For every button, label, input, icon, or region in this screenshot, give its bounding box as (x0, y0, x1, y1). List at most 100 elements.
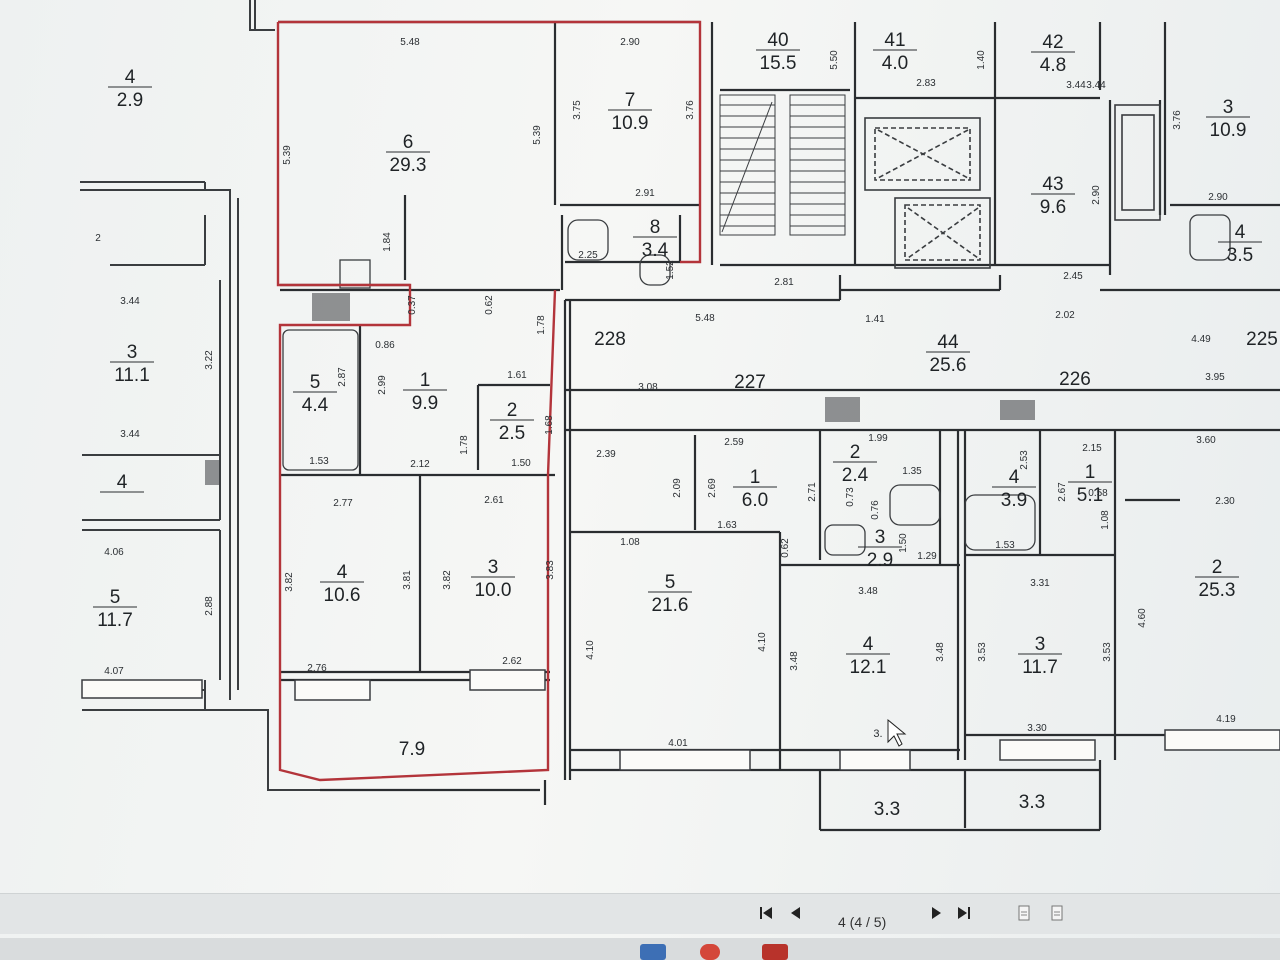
room-number: 40 (767, 30, 788, 51)
room-area: 4.8 (1040, 55, 1066, 76)
taskbar-app-icon[interactable] (640, 944, 666, 960)
room-label: 629.3 (386, 132, 430, 176)
dimension-label: 3.83 (545, 560, 556, 580)
room-label: 19.9 (403, 370, 447, 414)
room-area: 10.9 (1210, 120, 1247, 141)
dimension-label: 3.75 (572, 100, 583, 120)
dimension-label: 1.08 (1100, 510, 1111, 530)
room-number: 43 (1042, 174, 1063, 195)
dimension-label: 5.48 (695, 313, 715, 324)
dimension-label: 5.39 (282, 145, 293, 165)
room-area: 9.6 (1040, 197, 1066, 218)
dimension-label: 1.41 (865, 314, 885, 325)
dimension-label: 0.62 (484, 295, 495, 315)
room-number: 5 (110, 587, 121, 608)
skip-last-icon[interactable] (955, 904, 973, 922)
apartment-number: 227 (734, 372, 766, 393)
room-label: 414.0 (873, 30, 917, 74)
room-area: 29.3 (390, 155, 427, 176)
dimension-label: 3.76 (685, 100, 696, 120)
room-number: 4 (863, 634, 874, 655)
room-number: 1 (1085, 462, 1096, 483)
cursor-pointer (887, 718, 907, 747)
dimension-label: 3.48 (935, 642, 946, 662)
dimension-label: 4.06 (104, 547, 124, 558)
skip-first-icon[interactable] (757, 904, 775, 922)
dimension-label: 1.78 (536, 315, 547, 335)
room-label: 710.9 (608, 90, 652, 134)
dimension-label: 2.90 (620, 37, 640, 48)
dimension-label: 3.76 (1172, 110, 1183, 130)
dimension-label: 3.22 (204, 350, 215, 370)
room-label: 22.4 (833, 442, 877, 486)
dimension-label: 2.88 (204, 596, 215, 616)
dimension-label: 1.99 (868, 433, 888, 444)
dimension-label: 4.07 (104, 666, 124, 677)
dimension-label: 4.01 (668, 738, 688, 749)
dimension-label: 4.10 (757, 632, 768, 652)
dimension-label: 2.09 (672, 478, 683, 498)
apartment-number: 225 (1246, 329, 1278, 350)
room-label: 410.6 (320, 562, 364, 606)
dimension-label: 3.30 (1027, 723, 1047, 734)
dimension-label: 3.44 (1086, 80, 1106, 91)
dimension-label: 5.39 (532, 125, 543, 145)
dimension-label: 1.52 (665, 260, 676, 280)
next-page-icon[interactable] (927, 904, 945, 922)
room-label: 43.9 (992, 467, 1036, 511)
dimension-label: 2.15 (1082, 443, 1102, 454)
room-area: 10.6 (324, 585, 361, 606)
dimension-label: 2.39 (596, 449, 616, 460)
room-area: 10.0 (475, 580, 512, 601)
dimension-label: 2.02 (1055, 310, 1075, 321)
dimension-label: 1.84 (382, 232, 393, 252)
room-area: 6.0 (742, 490, 768, 511)
apartment-number: 226 (1059, 369, 1091, 390)
dimension-label: 0.73 (845, 487, 856, 507)
dimension-label: 1.08 (620, 537, 640, 548)
dimension-label: 2.76 (307, 663, 327, 674)
dimension-label: 2.59 (724, 437, 744, 448)
dimension-label: 1.53 (309, 456, 329, 467)
room-number: 3 (488, 557, 499, 578)
room-number: 3 (875, 527, 886, 548)
dimension-label: 2.90 (1208, 192, 1228, 203)
dimension-label: 0.37 (407, 295, 418, 315)
document-save-icon[interactable] (1048, 904, 1066, 922)
room-number: 4 (117, 472, 128, 493)
dimension-label: 3.31 (1030, 578, 1050, 589)
room-number: 4 (125, 67, 136, 88)
room-number: 7 (625, 90, 636, 111)
dimension-label: 0.58 (1088, 488, 1108, 499)
room-area: 12.1 (850, 657, 887, 678)
room-area: 25.6 (930, 355, 967, 376)
dimension-label: 1.50 (898, 533, 909, 553)
balcony-area: 3.3 (874, 799, 900, 820)
dimension-label: 4.49 (1191, 334, 1211, 345)
dimension-label: 3.95 (1205, 372, 1225, 383)
dimension-label: 2.30 (1215, 496, 1235, 507)
room-label: 54.4 (293, 372, 337, 416)
dimension-label: 2 (95, 233, 101, 244)
dimension-label: 3.81 (402, 570, 413, 590)
viewer-toolbar (0, 893, 1280, 934)
taskbar-pdf-icon[interactable] (762, 944, 788, 960)
room-label: 310.9 (1206, 97, 1250, 141)
dimension-label: 2.71 (807, 482, 818, 502)
room-area: 2.9 (867, 550, 893, 571)
dimension-label: 3.48 (789, 651, 800, 671)
room-number: 3 (1223, 97, 1234, 118)
document-export-icon[interactable] (1015, 904, 1033, 922)
room-label: 15.1 (1068, 462, 1112, 506)
room-label: 511.7 (93, 587, 137, 631)
room-area: 11.7 (1022, 657, 1058, 678)
dimension-label: 1.53 (995, 540, 1015, 551)
room-label: 412.1 (846, 634, 890, 678)
dimension-label: 2.99 (377, 375, 388, 395)
room-area: 3.9 (1001, 490, 1027, 511)
prev-page-icon[interactable] (787, 904, 805, 922)
taskbar-browser-icon[interactable] (700, 944, 720, 960)
room-number: 5 (665, 572, 676, 593)
dimension-label: 1.61 (507, 370, 527, 381)
dimension-label: 2.53 (1019, 450, 1030, 470)
